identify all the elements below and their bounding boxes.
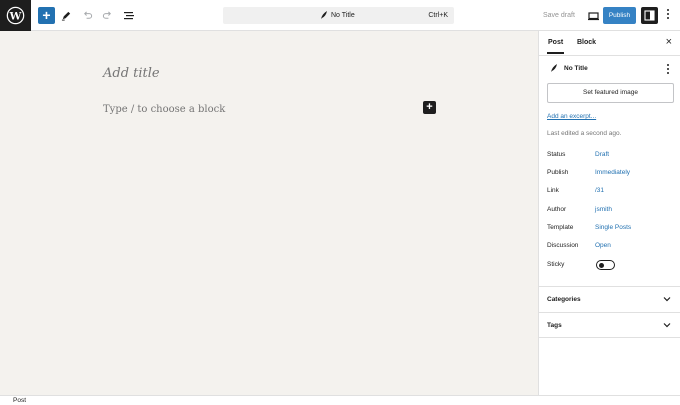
save-draft-button[interactable]: Save draft [543,12,575,19]
chevron-down-icon [663,297,671,302]
more-vertical-icon [667,9,669,19]
meta-label: Status [547,151,566,158]
editor-header: W + No Title Ctrl+K Save draft Publish [0,0,680,31]
close-sidebar-button[interactable]: × [666,37,672,48]
meta-row-link: Link /31 [547,187,672,197]
permalink-button[interactable]: /31 [595,187,604,194]
pencil-icon [61,11,71,21]
redo-button[interactable] [99,7,116,24]
block-breadcrumb-bar: Post [0,395,680,405]
undo-icon [84,11,93,19]
tab-block[interactable]: Block [577,39,596,46]
options-menu-button[interactable] [665,9,671,23]
meta-row-publish: Publish Immediately [547,169,672,179]
meta-row-status: Status Draft [547,151,672,161]
list-view-button[interactable] [120,7,137,24]
block-editor: W + No Title Ctrl+K Save draft Publish A… [0,0,680,405]
svg-text:W: W [9,10,22,22]
panel-title: Categories [547,296,581,303]
template-button[interactable]: Single Posts [595,224,631,231]
feather-icon [551,64,557,72]
tags-panel[interactable]: Tags [539,312,680,338]
last-edited-text: Last edited a second ago. [547,130,622,137]
sidebar-icon [644,10,655,21]
tools-button[interactable] [58,7,75,24]
tab-post[interactable]: Post [546,39,565,54]
block-inserter-button[interactable]: + [38,7,55,24]
settings-sidebar: Post Block × No Title Set featured image… [538,31,680,395]
discussion-button[interactable]: Open [595,242,611,249]
editor-canvas[interactable]: Add title Type / to choose a block + [0,31,538,395]
plus-icon: + [42,7,51,23]
close-icon: × [665,36,672,48]
command-palette-bar[interactable]: No Title Ctrl+K [223,7,454,24]
sticky-toggle[interactable] [596,260,615,270]
meta-label: Template [547,224,574,231]
meta-row-discussion: Discussion Open [547,242,672,252]
desktop-icon [588,11,599,20]
meta-label: Author [547,206,567,213]
plus-icon: + [426,101,433,113]
breadcrumb-item-post[interactable]: Post [13,397,26,404]
sidebar-tabs: Post Block × [539,31,680,56]
settings-toggle-button[interactable] [641,7,658,24]
meta-label: Publish [547,169,569,176]
list-view-icon [123,12,134,20]
meta-row-template: Template Single Posts [547,224,672,234]
add-excerpt-link[interactable]: Add an excerpt... [547,113,596,120]
post-title-label: No Title [564,65,588,72]
block-inserter-plus-button[interactable]: + [423,101,436,114]
feather-icon [321,11,327,19]
post-summary-header: No Title [539,56,680,80]
document-title: No Title [331,12,355,19]
categories-panel[interactable]: Categories [539,286,680,312]
default-block-appender[interactable]: Type / to choose a block [103,104,225,115]
redo-icon [102,11,111,19]
sticky-label: Sticky [547,261,565,268]
publish-button[interactable]: Publish [603,7,636,24]
author-button[interactable]: jsmith [595,206,612,213]
publish-date-button[interactable]: Immediately [595,169,630,176]
set-featured-image-button[interactable]: Set featured image [547,83,674,103]
wordpress-logo-icon[interactable]: W [0,0,31,31]
status-value-button[interactable]: Draft [595,151,609,158]
meta-row-author: Author jsmith [547,206,672,216]
post-actions-menu-button[interactable] [666,64,669,74]
panel-title: Tags [547,322,562,329]
meta-label: Discussion [547,242,579,249]
shortcut-hint: Ctrl+K [428,12,448,19]
preview-button[interactable] [585,7,602,24]
undo-button[interactable] [79,7,96,24]
meta-label: Link [547,187,559,194]
post-title-input[interactable]: Add title [103,66,160,81]
chevron-down-icon [663,323,671,328]
